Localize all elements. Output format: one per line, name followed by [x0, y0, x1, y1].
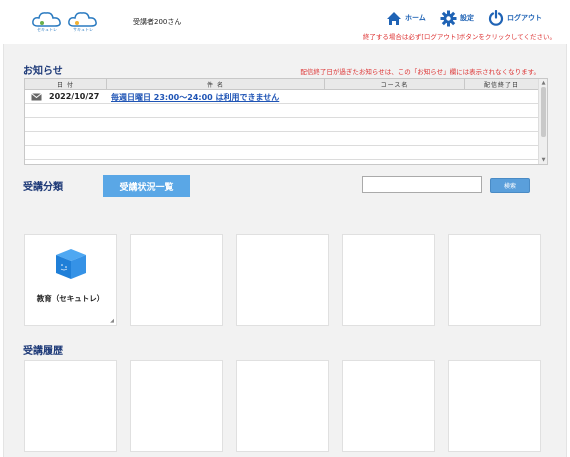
header: セキュトレ サキュトレ 受講者200さん ホーム 設定 ログアウト 終了する場合…	[0, 0, 570, 44]
settings-label: 設定	[460, 14, 474, 22]
second-logo[interactable]: サキュトレ	[67, 10, 99, 36]
username: 受講者200さん	[133, 18, 182, 26]
gear-icon	[440, 10, 457, 26]
logo-label: サキュトレ	[73, 27, 93, 32]
logout-note: 終了する場合は必ず[ログアウト]ボタンをクリックしてください。	[362, 33, 556, 41]
categories-title: 受講分類	[23, 182, 63, 193]
column-date: 日 付	[25, 79, 107, 89]
category-card[interactable]	[236, 234, 329, 326]
logo-label: セキュトレ	[37, 27, 57, 32]
news-note: 配信終了日が過ぎたお知らせは、この「お知らせ」欄には表示されなくなります。	[300, 68, 540, 76]
column-end-date: 配信終了日	[465, 79, 539, 89]
cloud-icon	[32, 12, 61, 27]
news-table: 日 付 件 名 コース名 配信終了日 2022/10/27 毎週日曜日 23:0…	[24, 78, 548, 165]
category-card[interactable]: 教育（セキュトレ） ◢	[24, 234, 117, 326]
row-title-link[interactable]: 毎週日曜日 23:00～24:00 は利用できません	[111, 92, 279, 103]
row-date: 2022/10/27	[49, 92, 100, 101]
history-card[interactable]	[130, 360, 223, 452]
status-list-button[interactable]: 受講状況一覧	[103, 175, 190, 197]
home-icon	[387, 11, 401, 25]
news-table-header: 日 付 件 名 コース名 配信終了日	[25, 79, 539, 90]
logout-label: ログアウト	[507, 14, 542, 22]
news-scrollbar[interactable]: ▲ ▼	[538, 79, 547, 164]
history-card[interactable]	[342, 360, 435, 452]
category-card[interactable]	[130, 234, 223, 326]
scroll-up-arrow-icon[interactable]: ▲	[540, 80, 547, 86]
history-card[interactable]	[448, 360, 541, 452]
history-card[interactable]	[236, 360, 329, 452]
securitrain-logo[interactable]: セキュトレ	[31, 10, 63, 36]
news-title: お知らせ	[23, 66, 63, 77]
mail-icon	[31, 93, 42, 101]
table-row	[25, 104, 539, 118]
history-title: 受講履歴	[23, 346, 63, 357]
scroll-down-arrow-icon[interactable]: ▼	[540, 157, 547, 163]
table-row	[25, 132, 539, 146]
logout-link[interactable]: ログアウト	[488, 9, 542, 27]
cloud-icon	[68, 12, 97, 27]
resize-handle-icon: ◢	[110, 318, 114, 324]
search-input[interactable]	[362, 176, 482, 193]
card-label: 教育（セキュトレ）	[36, 294, 105, 303]
category-card[interactable]	[448, 234, 541, 326]
search-button[interactable]: 検索	[490, 178, 530, 193]
table-row: 2022/10/27 毎週日曜日 23:00～24:00 は利用できません	[25, 90, 539, 104]
category-card[interactable]	[342, 234, 435, 326]
column-subject: 件 名	[107, 79, 325, 89]
history-card[interactable]	[24, 360, 117, 452]
home-link[interactable]: ホーム	[386, 9, 426, 27]
cube-icon	[56, 249, 86, 279]
column-course: コース名	[325, 79, 465, 89]
settings-link[interactable]: 設定	[440, 9, 474, 27]
power-icon	[488, 10, 504, 26]
main-content: お知らせ 配信終了日が過ぎたお知らせは、この「お知らせ」欄には表示されなくなりま…	[3, 44, 567, 457]
home-label: ホーム	[405, 14, 426, 22]
table-row	[25, 146, 539, 160]
scroll-thumb[interactable]	[541, 87, 546, 137]
table-row	[25, 118, 539, 132]
